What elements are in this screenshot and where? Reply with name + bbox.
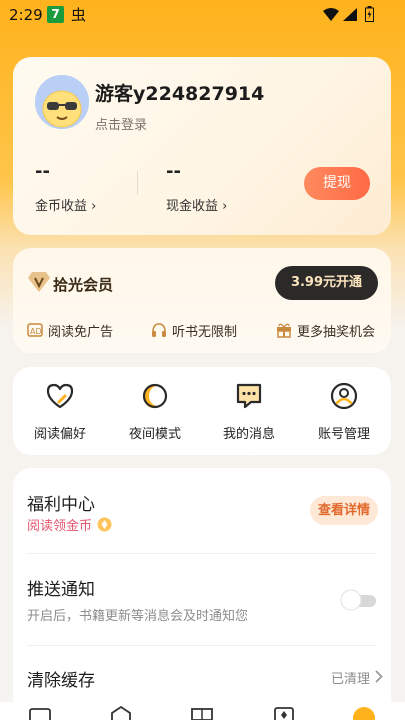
perk-label: 听书无限制	[172, 325, 238, 340]
quick-actions-card: 阅读偏好 夜间模式 我的消息 账号管理	[13, 367, 391, 455]
coin-earnings-link[interactable]: 金币收益 ›	[35, 195, 96, 214]
action-label: 夜间模式	[128, 427, 181, 442]
perk-label: 更多抽奖机会	[297, 325, 376, 340]
row-divider	[27, 553, 377, 554]
action-label: 账号管理	[317, 427, 370, 442]
push-notification-title: 推送通知	[27, 580, 95, 600]
category-nav-icon[interactable]	[273, 706, 295, 720]
battery-icon	[365, 6, 374, 22]
withdraw-button[interactable]: 提现	[304, 167, 370, 200]
home-nav-icon[interactable]	[110, 706, 132, 720]
status-time: 2:29	[9, 6, 43, 24]
svg-text:AD: AD	[30, 327, 42, 336]
action-messages[interactable]: 我的消息	[209, 381, 289, 442]
welfare-subtitle: 阅读领金币	[27, 519, 93, 534]
bookshelf-nav-icon[interactable]	[29, 706, 51, 720]
vip-subscribe-button[interactable]: 3.99元开通	[275, 266, 378, 300]
clear-cache-title[interactable]: 清除缓存	[27, 666, 95, 691]
action-night-mode[interactable]: 夜间模式	[115, 381, 195, 442]
action-label: 阅读偏好	[33, 427, 86, 442]
user-name[interactable]: 游客y224827914	[95, 79, 264, 106]
chevron-right-icon[interactable]	[375, 670, 383, 683]
vip-title: 拾光会员	[53, 276, 114, 294]
stat-divider	[137, 171, 138, 195]
sunglasses-face-icon	[35, 75, 89, 129]
cash-earnings-value: --	[166, 161, 181, 182]
account-icon	[330, 382, 358, 410]
welfare-nav-icon[interactable]	[190, 706, 214, 720]
bottom-nav	[0, 702, 405, 720]
app-badge-icon: 7	[47, 6, 64, 23]
cache-status: 已清理	[331, 672, 371, 687]
row-divider	[27, 645, 377, 646]
profile-card: 游客y224827914 点击登录 -- 金币收益 › -- 现金收益 › 提现	[13, 57, 391, 235]
settings-list: 福利中心 阅读领金币 查看详情 推送通知 开启后，书籍更新等消息会及时通知您 清…	[13, 468, 391, 708]
moon-icon	[142, 383, 168, 409]
login-link[interactable]: 点击登录	[95, 114, 147, 133]
signal-icon	[343, 8, 357, 21]
status-bar: 2:29 7 虫	[0, 0, 405, 32]
vip-diamond-icon	[28, 272, 50, 292]
perk-label: 阅读免广告	[48, 325, 114, 340]
push-notification-description: 开启后，书籍更新等消息会及时通知您	[27, 609, 249, 624]
message-icon	[236, 383, 262, 409]
avatar[interactable]	[35, 75, 89, 129]
view-details-button[interactable]: 查看详情	[310, 496, 378, 525]
push-notification-toggle[interactable]	[340, 589, 378, 611]
gift-icon	[277, 323, 291, 338]
notification-glyph: 虫	[71, 6, 87, 24]
action-account-management[interactable]: 账号管理	[304, 381, 384, 442]
wifi-icon	[323, 8, 339, 21]
headphones-icon	[152, 323, 166, 337]
coin-icon	[97, 517, 112, 532]
action-reading-preference[interactable]: 阅读偏好	[20, 381, 100, 442]
ad-free-icon: AD	[27, 323, 43, 337]
heart-icon	[46, 383, 74, 409]
profile-nav-icon[interactable]	[352, 706, 376, 720]
cash-earnings-link[interactable]: 现金收益 ›	[166, 195, 227, 214]
action-label: 我的消息	[222, 427, 275, 442]
welfare-center-title[interactable]: 福利中心	[27, 490, 95, 515]
vip-card: 拾光会员 3.99元开通 AD 阅读免广告 听书无限制 更多抽奖机会	[13, 248, 391, 353]
coin-earnings-value: --	[35, 161, 50, 182]
